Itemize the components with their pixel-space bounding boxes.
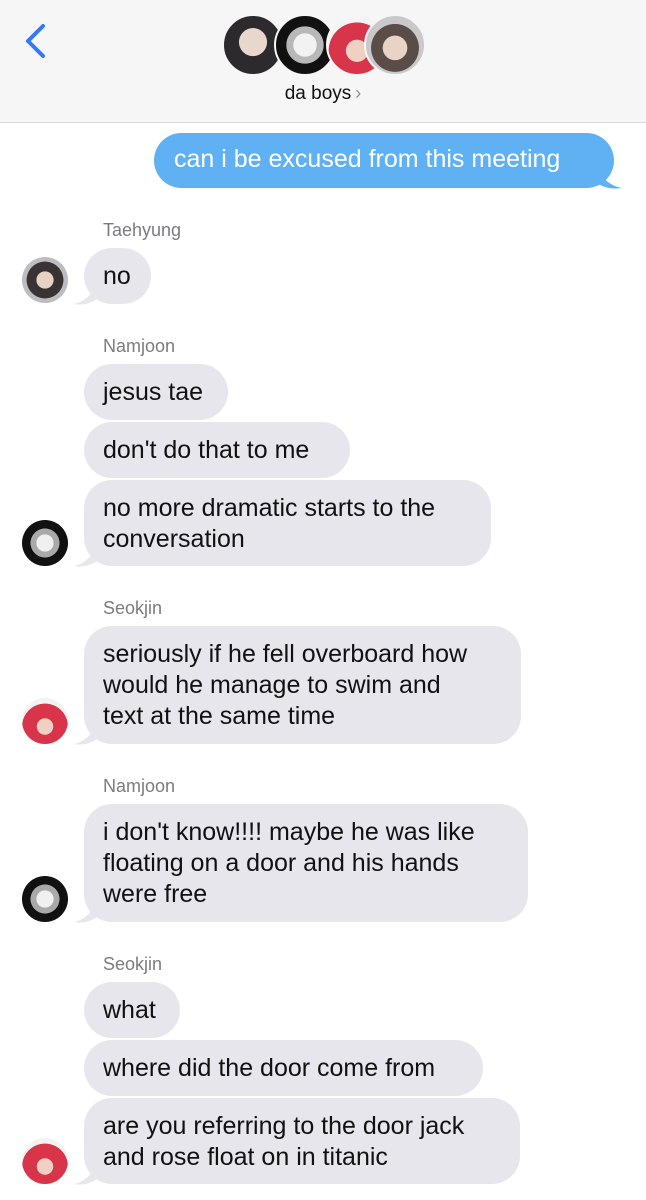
outgoing-message[interactable]: can i be excused from this meeting — [154, 133, 614, 188]
message-text: jesus tae — [103, 378, 204, 406]
sender-name: Namjoon — [103, 776, 176, 796]
group-avatars[interactable] — [222, 14, 426, 78]
message-text: don't do that to me — [103, 436, 310, 464]
incoming-message[interactable]: are you referring to the door jack and r… — [84, 1098, 520, 1184]
chevron-right-icon: › — [355, 83, 362, 103]
bubble-tail — [74, 284, 98, 305]
sender-name: Seokjin — [103, 954, 163, 974]
message-text: where did the door come from — [103, 1054, 436, 1082]
message-text: can i be excused from this meeting — [174, 145, 561, 173]
thread-name: da boys — [284, 83, 352, 104]
bubble-tail — [74, 724, 98, 745]
back-chevron-icon[interactable] — [22, 22, 50, 60]
bubble-tail — [74, 1164, 98, 1185]
message-line: text at the same time — [103, 702, 336, 730]
thread-title[interactable]: da boys › — [0, 83, 646, 105]
message-line: i don't know!!!! maybe he was like — [103, 818, 475, 846]
message-line: no more dramatic starts to the — [103, 494, 436, 522]
message-line: seriously if he fell overboard how — [103, 640, 468, 668]
sender-name: Seokjin — [103, 598, 163, 618]
avatar — [364, 14, 426, 76]
incoming-message[interactable]: no more dramatic starts to the conversat… — [84, 480, 491, 566]
incoming-message[interactable]: seriously if he fell overboard how would… — [84, 626, 521, 744]
message-line: conversation — [103, 525, 245, 553]
conversation-header: da boys › — [0, 0, 646, 123]
incoming-message[interactable]: where did the door come from — [84, 1040, 483, 1096]
incoming-message[interactable]: what — [84, 982, 180, 1038]
incoming-message[interactable]: jesus tae — [84, 364, 228, 420]
message-line: would he manage to swim and — [103, 671, 441, 699]
message-line: are you referring to the door jack — [103, 1112, 465, 1140]
message-line: were free — [103, 880, 208, 908]
bubble-tail — [74, 546, 98, 567]
sender-name: Namjoon — [103, 336, 176, 356]
sender-name: Taehyung — [103, 220, 182, 240]
avatar[interactable] — [22, 520, 68, 566]
message-text: no — [103, 262, 131, 290]
message-text: what — [103, 996, 156, 1024]
bubble-tail — [74, 902, 98, 923]
avatar[interactable] — [22, 257, 68, 303]
message-line: and rose float on in titanic — [103, 1143, 388, 1171]
message-line: floating on a door and his hands — [103, 849, 459, 877]
avatar[interactable] — [22, 698, 68, 744]
incoming-message[interactable]: i don't know!!!! maybe he was like float… — [84, 804, 528, 922]
avatar[interactable] — [22, 876, 68, 922]
incoming-message[interactable]: don't do that to me — [84, 422, 350, 478]
bubble-tail — [596, 168, 622, 189]
avatar[interactable] — [22, 1138, 68, 1184]
